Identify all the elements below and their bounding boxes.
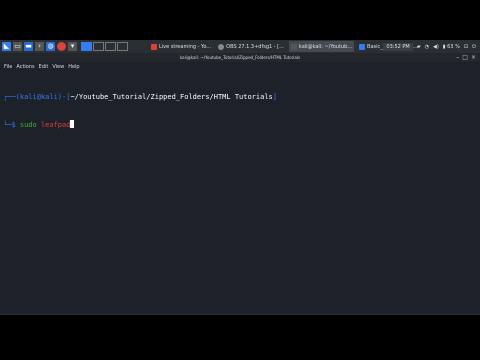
lock-icon[interactable]: ⊡ [464,44,468,50]
workspace-4[interactable] [117,42,128,51]
task-terminal[interactable]: kali@kali: ~/Youtub... [288,41,355,52]
document-icon [359,43,366,50]
maximize-icon[interactable]: □ [462,54,468,61]
youtube-icon [151,43,157,50]
network-icon[interactable]: ▰ [417,44,421,50]
terminal-icon[interactable]: › [35,42,44,51]
window-title: kali@kali: ~/Youtube_Tutorial/Zipped_Fol… [179,55,301,60]
minimize-icon[interactable]: – [456,54,459,61]
menubar: File Actions Edit View Help [0,62,480,71]
file-manager-icon[interactable]: ▬ [24,42,33,51]
taskbar: ◣ ▭ ▬ › ◍ ▾ Live streaming - Yo... OBS 2… [0,40,480,53]
menu-actions[interactable]: Actions [16,64,34,70]
app-launcher-icon[interactable]: ▾ [68,42,77,51]
obs-icon [218,43,225,50]
notification-icon[interactable]: ◔ [425,44,429,50]
prompt-line-1: ┌──(kali@kali)-[~/Youtube_Tutorial/Zippe… [3,93,277,101]
prompt-host: kali [40,93,58,101]
menu-file[interactable]: File [4,64,12,70]
task-live-streaming[interactable]: Live streaming - Yo... [149,41,213,52]
command-text: sudo [19,121,37,129]
record-icon[interactable] [57,42,66,51]
prompt-path: ~/Youtube_Tutorial/Zipped_Folders/HTML T… [70,93,273,101]
browser-icon[interactable]: ◍ [46,42,55,51]
kali-menu-icon[interactable]: ◣ [2,42,11,51]
battery-label: 63 % [447,43,460,50]
desktop-screen: ◣ ▭ ▬ › ◍ ▾ Live streaming - Yo... OBS 2… [0,40,480,315]
menu-help[interactable]: Help [68,64,79,70]
volume-icon[interactable]: ◀) [433,44,439,50]
menu-view[interactable]: View [52,64,64,70]
clock[interactable]: 03:52 PM [383,42,413,51]
command-argument: leafpad [40,121,71,129]
battery-indicator[interactable]: ▮ 63 % [443,44,460,50]
terminal-scrollbar[interactable] [476,73,479,313]
prompt-user: kali [19,93,37,101]
task-label: Live streaming - Yo... [159,43,212,50]
workspace-3[interactable] [105,42,116,51]
battery-icon: ▮ [442,43,446,50]
workspace-1[interactable] [81,42,92,51]
menu-edit[interactable]: Edit [39,64,49,70]
system-tray: 03:52 PM ▰ ◔ ◀) ▮ 63 % ⊡ ⏻ [379,40,476,53]
text-cursor [70,120,75,128]
power-icon[interactable]: ⏻ [472,44,476,50]
terminal-task-icon [290,43,297,50]
task-label: kali@kali: ~/Youtub... [298,43,353,50]
screen-bottom-edge [0,314,480,315]
show-desktop-icon[interactable]: ▭ [13,42,22,51]
task-obs[interactable]: OBS 27.1.3+dfsg1 - [... [216,41,286,52]
prompt-line-2: └─$ sudo leafpad [3,120,277,130]
workspace-2[interactable] [93,42,104,51]
close-icon[interactable]: × [471,54,476,61]
task-label: OBS 27.1.3+dfsg1 - [... [226,43,284,50]
workspace-switcher[interactable] [81,42,129,51]
window-titlebar[interactable]: kali@kali: ~/Youtube_Tutorial/Zipped_Fol… [0,53,480,62]
terminal-output[interactable]: ┌──(kali@kali)-[~/Youtube_Tutorial/Zippe… [3,75,277,148]
